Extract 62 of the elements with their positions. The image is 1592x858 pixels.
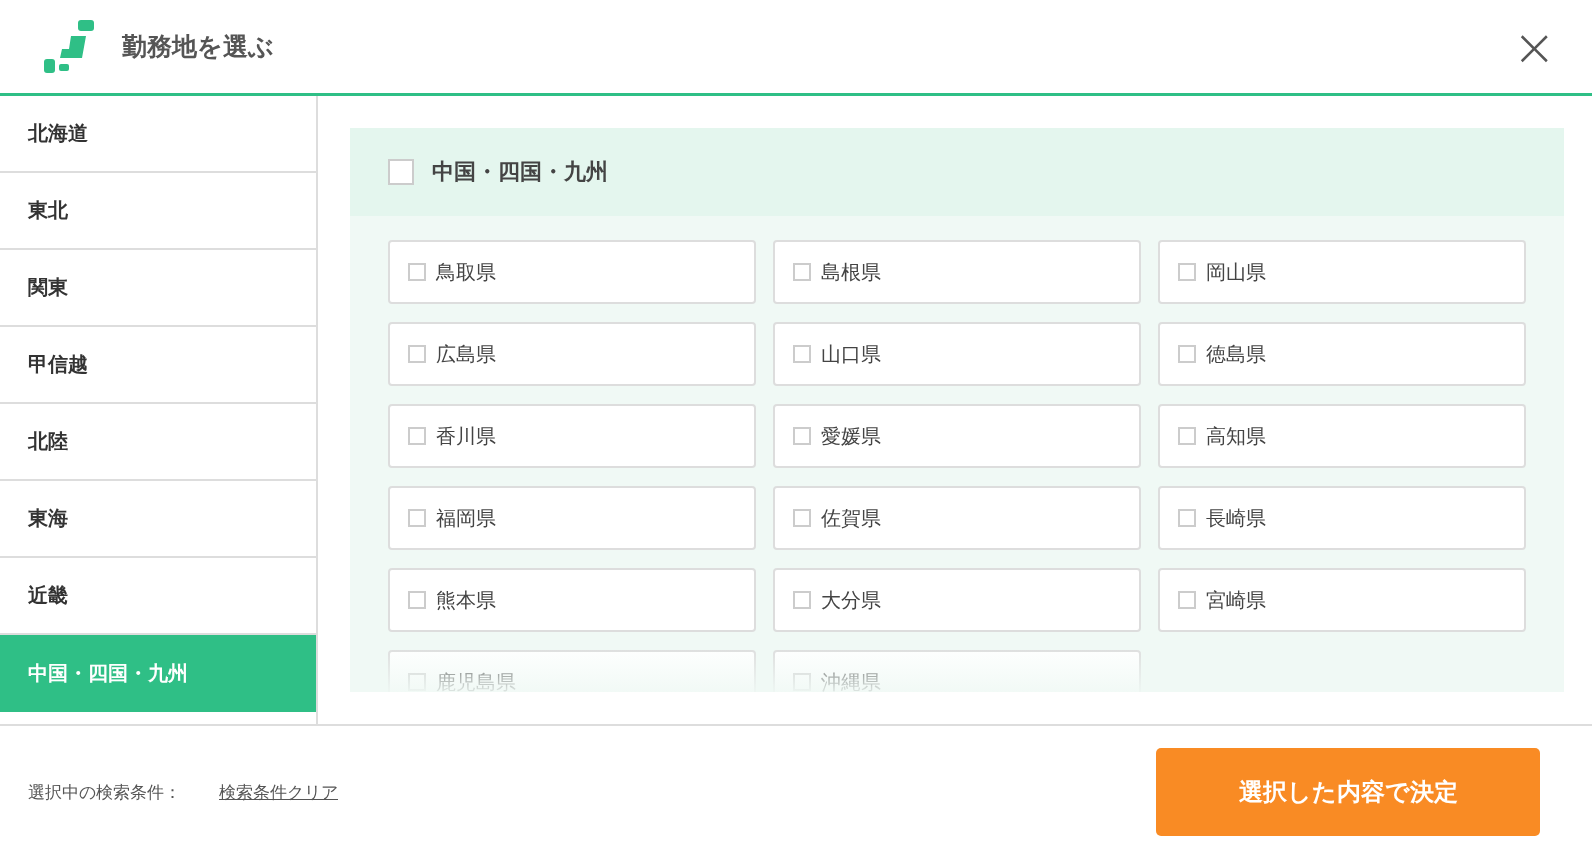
prefecture-label: 鹿児島県 [436, 668, 516, 692]
prefecture-label: 宮崎県 [1206, 586, 1266, 614]
prefecture-label: 愛媛県 [821, 422, 881, 450]
checkbox[interactable] [1178, 345, 1196, 363]
region-tab[interactable]: 甲信越 [0, 327, 316, 404]
prefecture-option[interactable]: 香川県 [388, 404, 756, 468]
prefecture-label: 鳥取県 [436, 258, 496, 286]
prefecture-option[interactable]: 愛媛県 [773, 404, 1141, 468]
region-tab[interactable]: 北海道 [0, 96, 316, 173]
prefecture-label: 佐賀県 [821, 504, 881, 532]
prefecture-option[interactable]: 山口県 [773, 322, 1141, 386]
prefecture-label: 香川県 [436, 422, 496, 450]
prefecture-option[interactable]: 福岡県 [388, 486, 756, 550]
checkbox[interactable] [408, 345, 426, 363]
checkbox[interactable] [408, 509, 426, 527]
checkbox[interactable] [793, 591, 811, 609]
prefecture-option[interactable]: 広島県 [388, 322, 756, 386]
checkbox[interactable] [1178, 263, 1196, 281]
prefecture-label: 長崎県 [1206, 504, 1266, 532]
clear-link[interactable]: 検索条件クリア [219, 780, 338, 804]
prefecture-label: 岡山県 [1206, 258, 1266, 286]
prefecture-label: 大分県 [821, 586, 881, 614]
checkbox[interactable] [1178, 591, 1196, 609]
prefecture-option[interactable]: 熊本県 [388, 568, 756, 632]
region-tab[interactable]: 関東 [0, 250, 316, 327]
checkbox[interactable] [408, 591, 426, 609]
prefecture-option[interactable]: 宮崎県 [1158, 568, 1526, 632]
japan-map-icon [44, 19, 96, 74]
prefecture-option[interactable]: 佐賀県 [773, 486, 1141, 550]
prefecture-label: 熊本県 [436, 586, 496, 614]
checkbox[interactable] [793, 427, 811, 445]
prefecture-label: 徳島県 [1206, 340, 1266, 368]
prefecture-label: 沖縄県 [821, 668, 881, 692]
prefecture-label: 広島県 [436, 340, 496, 368]
checkbox[interactable] [793, 509, 811, 527]
dialog-title: 勤務地を選ぶ [122, 31, 274, 63]
checkbox[interactable] [793, 263, 811, 281]
prefecture-label: 高知県 [1206, 422, 1266, 450]
prefecture-label: 福岡県 [436, 504, 496, 532]
region-tab[interactable]: 東海 [0, 481, 316, 558]
prefecture-option[interactable]: 高知県 [1158, 404, 1526, 468]
checkbox[interactable] [408, 263, 426, 281]
prefecture-option[interactable]: 島根県 [773, 240, 1141, 304]
prefecture-option[interactable]: 大分県 [773, 568, 1141, 632]
checkbox[interactable] [793, 673, 811, 691]
prefecture-option[interactable]: 岡山県 [1158, 240, 1526, 304]
checkbox[interactable] [1178, 427, 1196, 445]
checkbox[interactable] [793, 345, 811, 363]
close-button[interactable]: × [1506, 20, 1562, 73]
checkbox[interactable] [1178, 509, 1196, 527]
region-heading: 中国・四国・九州 [432, 158, 608, 186]
prefecture-option[interactable]: 鳥取県 [388, 240, 756, 304]
checkbox[interactable] [408, 427, 426, 445]
checkbox[interactable] [388, 159, 414, 185]
conditions-label: 選択中の検索条件： [28, 780, 181, 804]
region-tab[interactable]: 東北 [0, 173, 316, 250]
checkbox[interactable] [408, 673, 426, 691]
prefecture-option[interactable]: 徳島県 [1158, 322, 1526, 386]
prefecture-option[interactable]: 長崎県 [1158, 486, 1526, 550]
prefecture-label: 山口県 [821, 340, 881, 368]
prefecture-label: 島根県 [821, 258, 881, 286]
region-tab[interactable]: 北陸 [0, 404, 316, 481]
